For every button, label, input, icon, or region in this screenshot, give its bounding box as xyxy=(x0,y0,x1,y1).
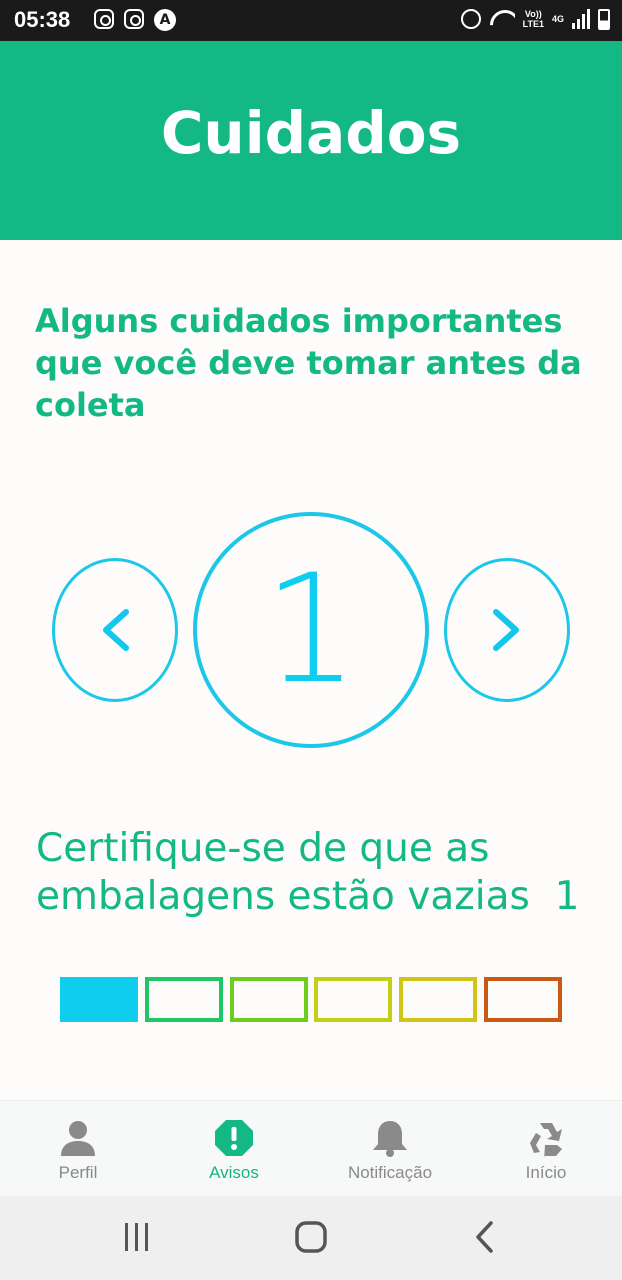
progress-step xyxy=(399,977,478,1022)
progress-step xyxy=(144,977,223,1022)
alarm-icon xyxy=(460,9,481,29)
tab-inicio[interactable]: Início xyxy=(468,1101,622,1197)
signal-icon xyxy=(572,9,590,29)
tab-notificacao[interactable]: Notificação xyxy=(312,1101,468,1197)
system-navigation-bar xyxy=(0,1196,622,1280)
battery-icon xyxy=(598,8,610,30)
tab-label: Início xyxy=(525,1163,567,1182)
instagram-icon xyxy=(94,9,114,29)
back-button[interactable] xyxy=(472,1220,498,1254)
step-number-circle: 1 xyxy=(193,512,429,748)
system-icons: Vo)) LTE1 4G xyxy=(460,8,610,30)
progress-step xyxy=(60,977,138,1022)
progress-steps xyxy=(60,977,562,1022)
tab-label: Avisos xyxy=(209,1163,259,1182)
app-header: Cuidados xyxy=(0,41,622,240)
status-time: 05:38 xyxy=(14,7,71,32)
bell-icon xyxy=(373,1121,407,1157)
person-icon xyxy=(61,1121,95,1156)
wifi-icon xyxy=(489,8,515,30)
recycle-icon xyxy=(530,1123,562,1157)
home-button[interactable] xyxy=(293,1220,329,1254)
a-icon: A xyxy=(154,9,176,31)
progress-step xyxy=(484,977,562,1022)
tab-avisos[interactable]: Avisos xyxy=(156,1101,312,1197)
tab-label: Notificação xyxy=(347,1163,433,1182)
notification-icons: A xyxy=(94,9,176,31)
tip-index: 1 xyxy=(554,874,580,919)
tip-text: Certifique-se de que as embalagens estão… xyxy=(36,826,530,919)
chevron-left-icon xyxy=(103,609,129,651)
page-subtitle: Alguns cuidados importantes que você dev… xyxy=(35,302,582,424)
page-title: Cuidados xyxy=(160,99,462,167)
bottom-navigation: Perfil Avisos Notificação Início xyxy=(0,1100,622,1196)
progress-step xyxy=(229,977,308,1022)
tip-text-block: Certifique-se de que as embalagens estão… xyxy=(36,825,606,921)
step-number: 1 xyxy=(263,543,359,717)
tab-perfil[interactable]: Perfil xyxy=(0,1101,156,1197)
net-type: 4G xyxy=(551,14,564,24)
recent-apps-button[interactable] xyxy=(121,1220,153,1254)
alert-icon xyxy=(215,1120,253,1156)
status-bar: 05:38 A Vo)) LTE1 4G xyxy=(0,0,622,41)
previous-button[interactable] xyxy=(52,558,178,702)
network-label: Vo)) LTE1 xyxy=(522,9,544,29)
tab-label: Perfil xyxy=(58,1163,98,1182)
next-button[interactable] xyxy=(444,558,570,702)
chevron-right-icon xyxy=(493,609,519,651)
instagram-icon xyxy=(124,9,144,29)
progress-step xyxy=(314,977,393,1022)
